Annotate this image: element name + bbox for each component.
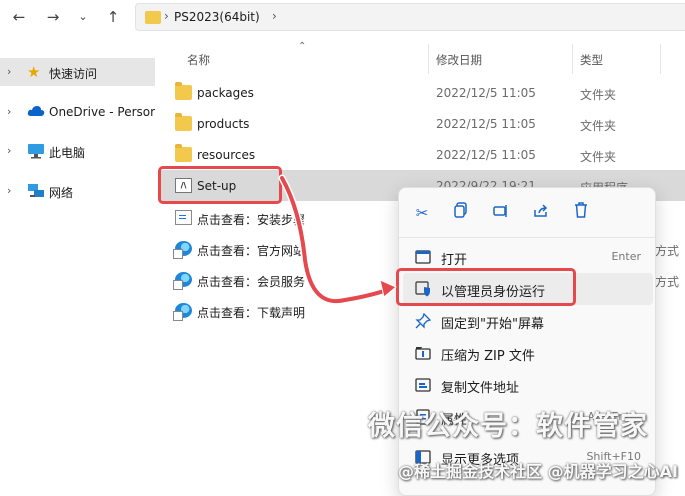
watermark-text: 微信公众号：软件管家 — [368, 411, 648, 442]
watermark-text: @稀土掘金技术社区 @机器学习之心AI — [398, 462, 678, 481]
